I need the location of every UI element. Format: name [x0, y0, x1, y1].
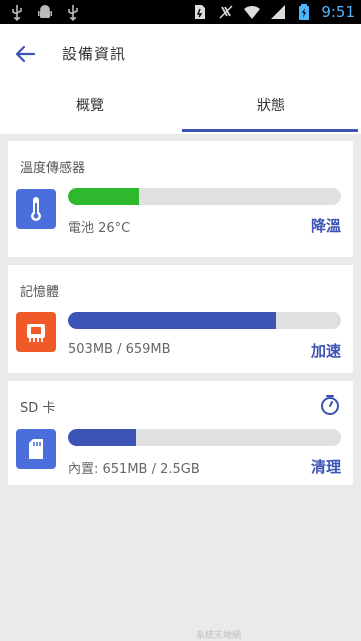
usb-icon [12, 5, 22, 21]
sd-card-icon [16, 429, 56, 469]
clean-button[interactable]: 清理 [311, 456, 341, 477]
watermark-text: 系統天地網 [196, 631, 242, 641]
signal-icon [271, 5, 286, 19]
card-title: SD 卡 [20, 401, 56, 416]
temperature-progress-bar [68, 188, 341, 205]
cool-down-button[interactable]: 降溫 [311, 215, 341, 236]
vibrate-icon [219, 5, 233, 19]
clock-time: 9:51 [321, 3, 355, 21]
memory-card: 記憶體 503MB / 659MB 加速 [8, 265, 353, 373]
timer-icon[interactable] [319, 394, 341, 416]
tab-bar: 概覽 狀態 [0, 84, 361, 134]
sd-card-card: SD 卡 內置: 651MB / 2.5GB 清理 [8, 381, 353, 485]
battery-temperature-label: 電池 26°C [68, 221, 131, 236]
battery-charging-icon [299, 4, 310, 20]
memory-bar-fill [68, 312, 277, 329]
card-title: 記憶體 [20, 285, 60, 300]
temperature-card: 溫度傳感器 電池 26°C 降溫 [8, 141, 353, 257]
memory-chip-icon [16, 312, 56, 352]
sd-card-bar-fill [68, 429, 137, 446]
wifi-icon [244, 5, 261, 19]
card-title: 溫度傳感器 [20, 161, 86, 176]
android-debug-icon [38, 5, 52, 18]
speed-up-button[interactable]: 加速 [311, 340, 341, 361]
memory-progress-bar [68, 312, 341, 329]
status-bar: 9:51 [0, 0, 361, 24]
back-arrow-icon[interactable] [12, 41, 38, 67]
sim-card-icon [195, 5, 206, 19]
temperature-bar-fill [68, 188, 139, 205]
page-title: 設備資訊 [62, 45, 127, 63]
sd-card-progress-bar [68, 429, 341, 446]
tab-overview[interactable]: 概覽 [0, 84, 180, 132]
app-bar: 設備資訊 [0, 24, 361, 84]
usb-icon [68, 5, 78, 21]
memory-usage-label: 503MB / 659MB [68, 342, 171, 357]
tab-status[interactable]: 狀態 [181, 84, 361, 132]
active-tab-indicator [182, 129, 358, 132]
thermometer-icon [16, 189, 56, 229]
sd-card-usage-label: 內置: 651MB / 2.5GB [68, 462, 200, 477]
